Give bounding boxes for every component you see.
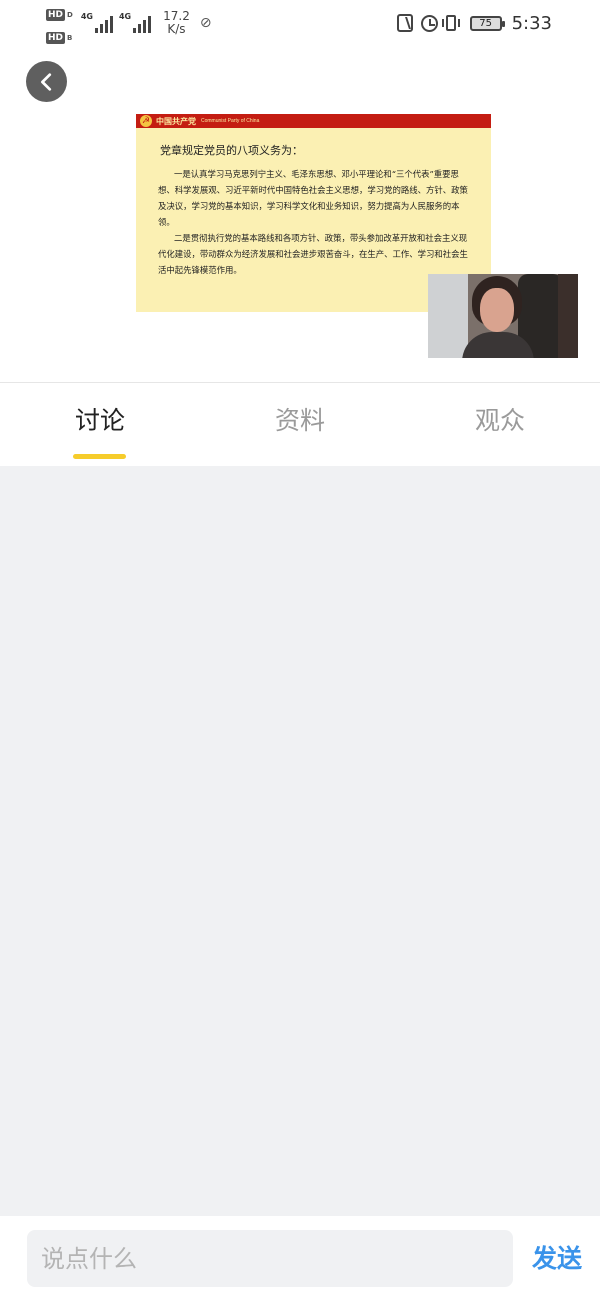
- status-bar: HD D HD B 4G 4G 17.2 K/s ⊘ 75 5:33: [0, 0, 600, 46]
- hd-icon-2: HD B: [46, 25, 75, 44]
- network-type-1: 4G: [80, 12, 93, 21]
- tab-bar: 讨论 资料 观众: [0, 383, 600, 466]
- slide-header-en: Communist Party of China: [201, 118, 260, 124]
- live-player[interactable]: ☭ 中国共产党 Communist Party of China 党章规定党员的…: [0, 46, 600, 382]
- clock-time: 5:33: [511, 12, 552, 34]
- alarm-icon: [420, 14, 438, 32]
- tab-materials[interactable]: 资料: [250, 403, 350, 447]
- slide-header-cn: 中国共产党: [156, 115, 196, 126]
- status-right-group: 75 5:33: [396, 8, 552, 38]
- back-button[interactable]: [26, 61, 67, 102]
- signal-icon-1: 4G: [81, 13, 113, 33]
- back-arrow-icon: [40, 72, 51, 91]
- tab-discussion[interactable]: 讨论: [50, 403, 150, 447]
- nfc-icon: [396, 14, 413, 32]
- hd-label-bottom: HD: [46, 32, 66, 44]
- slide-paragraph-2: 二是贯彻执行党的基本路线和各项方针、政策，带头参加改革开放和社会主义现代化建设，…: [158, 233, 468, 275]
- status-left-group: HD D HD B 4G 4G 17.2 K/s ⊘: [46, 6, 212, 44]
- hd-indicators: HD D HD B: [46, 2, 75, 44]
- hd-sub-top: D: [67, 11, 73, 19]
- speed-unit: K/s: [167, 22, 186, 36]
- slide-header-bar: ☭ 中国共产党 Communist Party of China: [136, 114, 491, 128]
- tab-audience[interactable]: 观众: [450, 403, 550, 447]
- hd-icon: HD D: [46, 2, 75, 21]
- signal-bars-1: [94, 15, 113, 33]
- network-speed: 17.2 K/s: [163, 10, 190, 36]
- discussion-message-list[interactable]: [0, 466, 600, 1216]
- send-button[interactable]: 发送: [525, 1240, 589, 1276]
- wifi-off-icon: ⊘: [199, 15, 212, 31]
- hd-label-top: HD: [46, 9, 66, 21]
- party-emblem-icon: ☭: [140, 115, 152, 127]
- battery-level: 75: [479, 17, 492, 29]
- signal-bars-2: [133, 15, 152, 33]
- vibrate-icon: [441, 15, 460, 31]
- pip-background-right: [558, 274, 578, 358]
- slide-paragraph-1: 一是认真学习马克思列宁主义、毛泽东思想、邓小平理论和“三个代表”重要思想、科学发…: [158, 169, 468, 227]
- pip-background-left: [428, 274, 468, 358]
- pip-presenter-face: [480, 288, 514, 332]
- presenter-camera-pip[interactable]: [428, 274, 578, 358]
- network-type-2: 4G: [118, 12, 132, 21]
- active-tab-indicator: [73, 454, 126, 459]
- slide-title: 党章规定党员的八项义务为：: [160, 144, 303, 157]
- battery-icon: 75: [469, 15, 505, 31]
- signal-icon-2: 4G: [118, 12, 152, 33]
- hd-sub-bottom: B: [67, 34, 73, 42]
- comment-input[interactable]: [27, 1230, 513, 1287]
- comment-composer: 发送: [0, 1216, 600, 1300]
